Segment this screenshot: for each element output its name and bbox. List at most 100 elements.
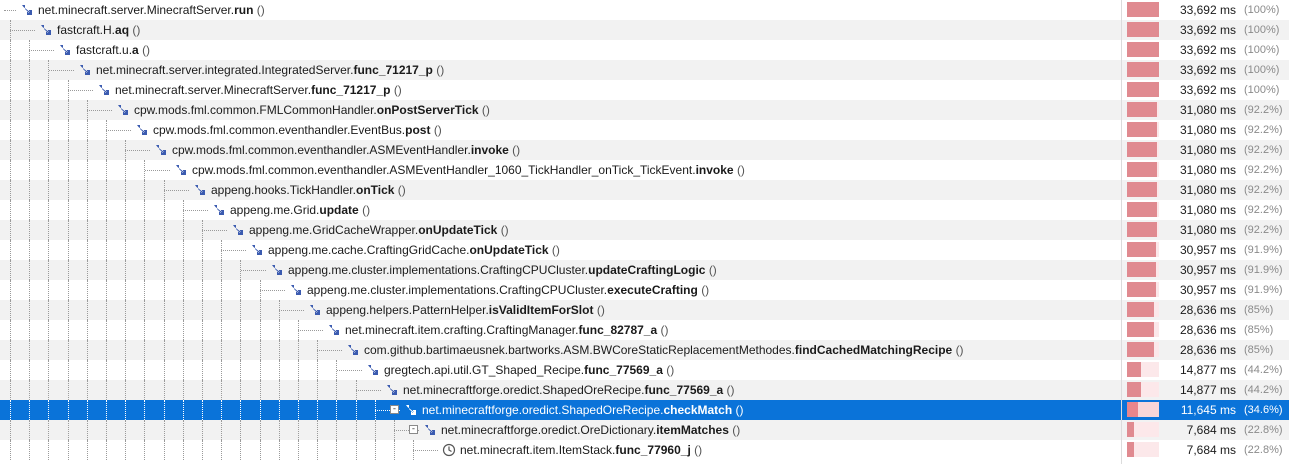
tree-row[interactable]: appeng.me.GridCacheWrapper.onUpdateTick … [0,220,1289,240]
tree-guide-line [106,440,107,460]
method-label: func_77569_a [584,363,663,377]
method-label: updateCraftingLogic [588,263,706,277]
call-tree[interactable]: net.minecraft.server.MinecraftServer.run… [0,0,1289,460]
time-bar-fill [1127,82,1159,97]
tree-row[interactable]: net.minecraft.server.MinecraftServer.fun… [0,80,1289,100]
tree-guide-line [29,440,30,460]
tree-guide-line [10,380,11,400]
tree-guide-line [183,260,184,280]
tree-guide-line [183,420,184,440]
tree-guide-line [68,100,69,120]
tree-guide-line [221,440,222,460]
tree-row[interactable]: fastcraft.H.aq () 33,692 ms (100%) [0,20,1289,40]
tree-row[interactable]: appeng.helpers.PatternHelper.isValidItem… [0,300,1289,320]
tree-row[interactable]: appeng.me.cluster.implementations.Crafti… [0,280,1289,300]
method-icon [212,203,226,217]
time-value: 28,636 ms [1179,303,1236,317]
tree-guide-line [68,120,69,140]
method-label: checkMatch [663,403,733,417]
tree-guide-line [202,300,203,320]
tree-guide-line [87,260,88,280]
tree-guide-line [125,380,126,400]
tree-guide-line [375,420,376,440]
tree-guide-line [106,280,107,300]
method-label: invoke [695,163,734,177]
tree-guide-line [279,320,280,340]
time-bar-fill [1127,402,1139,417]
tree-guide-line [10,420,11,440]
tree-guide-line [164,360,165,380]
tree-guide-line [336,420,337,440]
tree-guide-line [202,440,203,460]
class-path: cpw.mods.fml.common.eventhandler.ASMEven… [192,163,696,177]
tree-cell: net.minecraftforge.oredict.ShapedOreReci… [0,380,1120,400]
class-path: appeng.me.cluster.implementations.Crafti… [307,283,608,297]
tree-cell: cpw.mods.fml.common.eventhandler.ASMEven… [0,160,1120,180]
tree-guide-line [10,220,11,240]
tree-row[interactable]: cpw.mods.fml.common.eventhandler.ASMEven… [0,140,1289,160]
tree-guide-line [260,340,261,360]
method-icon [423,423,437,437]
percent-value: (92.2%) [1244,184,1283,196]
tree-row[interactable]: gregtech.api.util.GT_Shaped_Recipe.func_… [0,360,1289,380]
tree-cell: com.github.bartimaeusnek.bartworks.ASM.B… [0,340,1120,360]
tree-row[interactable]: - net.minecraftforge.oredict.OreDictionar… [0,420,1289,440]
tree-guide-line [106,400,107,420]
tree-row[interactable]: cpw.mods.fml.common.FMLCommonHandler.onP… [0,100,1289,120]
tree-connector [259,290,285,291]
tree-guide-line [202,340,203,360]
method-icon [20,3,34,17]
tree-connector [163,190,189,191]
tree-guide-line [317,420,318,440]
tree-row[interactable]: net.minecraft.server.MinecraftServer.run… [0,0,1289,20]
tree-guide-line [106,320,107,340]
tree-guide-line [106,160,107,180]
collapse-toggle-icon[interactable]: - [390,405,399,414]
tree-guide-line [317,440,318,460]
tree-row[interactable]: - net.minecraftforge.oredict.ShapedOreRec… [0,400,1289,420]
tree-connector [28,50,54,51]
tree-row[interactable]: appeng.me.cluster.implementations.Crafti… [0,260,1289,280]
tree-row[interactable]: net.minecraft.item.ItemStack.func_77960_… [0,440,1289,460]
class-path: appeng.me.cluster.implementations.Crafti… [288,263,589,277]
tree-row[interactable]: appeng.me.Grid.update () 31,080 ms (92.2%) [0,200,1289,220]
method-args: () [708,263,717,277]
method-args: () [726,383,735,397]
tree-row[interactable]: com.github.bartimaeusnek.bartworks.ASM.B… [0,340,1289,360]
time-value: 31,080 ms [1179,103,1236,117]
tree-row[interactable]: fastcraft.u.a () 33,692 ms (100%) [0,40,1289,60]
tree-row[interactable]: net.minecraft.item.crafting.CraftingMana… [0,320,1289,340]
tree-row[interactable]: appeng.me.cache.CraftingGridCache.onUpda… [0,240,1289,260]
tree-guide-line [164,220,165,240]
method-name: cpw.mods.fml.common.eventhandler.ASMEven… [172,143,520,157]
class-path: net.minecraft.item.crafting.CraftingMana… [345,323,579,337]
time-value: 30,957 ms [1179,283,1236,297]
tree-row[interactable]: cpw.mods.fml.common.eventhandler.ASMEven… [0,160,1289,180]
tree-guide-line [87,240,88,260]
tree-row[interactable]: net.minecraft.server.integrated.Integrat… [0,60,1289,80]
method-name: cpw.mods.fml.common.eventhandler.ASMEven… [192,163,745,177]
method-name: net.minecraftforge.oredict.OreDictionary… [441,423,740,437]
tree-guide-line [48,160,49,180]
method-name: com.github.bartimaeusnek.bartworks.ASM.B… [364,343,964,357]
tree-guide-line [48,180,49,200]
time-value: 31,080 ms [1179,223,1236,237]
tree-guide-line [10,160,11,180]
tree-guide-line [298,380,299,400]
tree-guide-line [164,320,165,340]
tree-row[interactable]: cpw.mods.fml.common.eventhandler.EventBu… [0,120,1289,140]
tree-row[interactable]: appeng.hooks.TickHandler.onTick () 31,080… [0,180,1289,200]
tree-guide-line [240,280,241,300]
tree-guide-line [48,80,49,100]
collapse-toggle-icon[interactable]: - [409,425,418,434]
tree-guide-line [240,320,241,340]
tree-guide-line [394,440,395,460]
tree-guide-line [240,400,241,420]
tree-guide-line [10,200,11,220]
tree-guide-line [29,300,30,320]
tree-row[interactable]: net.minecraftforge.oredict.ShapedOreReci… [0,380,1289,400]
tree-guide-line [183,240,184,260]
tree-guide-line [29,320,30,340]
time-bar [1127,222,1159,237]
tree-guide-line [68,400,69,420]
